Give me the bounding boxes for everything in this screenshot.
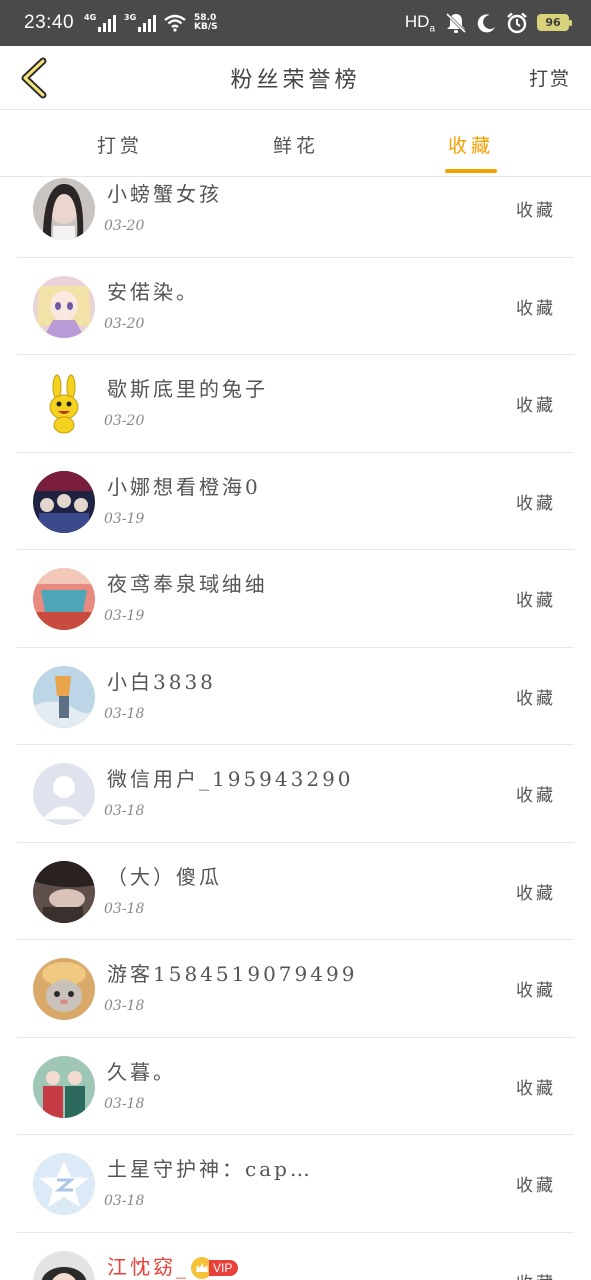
tab-flowers-label: 鲜花 bbox=[272, 134, 319, 157]
action-label: 收藏 bbox=[516, 1269, 556, 1280]
chevron-left-icon bbox=[21, 57, 47, 99]
user-name[interactable]: 歇斯底里的兔子 bbox=[107, 373, 268, 402]
default-user-avatar bbox=[33, 763, 95, 825]
mute-icon bbox=[445, 12, 467, 34]
action-label: 收藏 bbox=[516, 786, 556, 806]
tab-favorites-label: 收藏 bbox=[447, 134, 494, 157]
date: 03-19 bbox=[104, 510, 145, 527]
fans-list[interactable]: 小螃蟹女孩 03-20 收藏 安偌染。 03-20 收藏 歇斯底里的兔子 03-… bbox=[0, 178, 591, 1280]
tab-reward-label: 打赏 bbox=[96, 134, 143, 157]
action-label: 收藏 bbox=[516, 981, 556, 1001]
nav-bar: 粉丝荣誉榜 打赏 bbox=[0, 46, 591, 110]
date: 03-18 bbox=[104, 705, 145, 722]
tab-reward[interactable]: 打赏 bbox=[58, 111, 182, 177]
date: 03-18 bbox=[104, 1095, 145, 1112]
date: 03-20 bbox=[104, 315, 145, 332]
back-button[interactable] bbox=[10, 54, 58, 102]
reward-button[interactable]: 打赏 bbox=[529, 64, 571, 91]
user-name[interactable]: 安偌染。 bbox=[107, 276, 199, 305]
action-label: 收藏 bbox=[516, 396, 556, 416]
signal-3g-label: 3G bbox=[124, 13, 137, 22]
dark-photo-avatar bbox=[33, 860, 95, 923]
status-right-icons: HDa 96 bbox=[404, 11, 572, 35]
network-speed: 58.0 KB/S bbox=[194, 14, 218, 32]
battery-icon: 96 bbox=[537, 14, 572, 32]
user-name[interactable]: 小螃蟹女孩 bbox=[107, 178, 222, 207]
user-name[interactable]: 夜鸢奉泉琙䌷䌷 bbox=[107, 568, 268, 597]
anime-girl-avatar bbox=[33, 275, 95, 338]
list-item[interactable]: 歇斯底里的兔子 03-20 收藏 bbox=[17, 355, 574, 453]
date: 03-18 bbox=[104, 1193, 145, 1209]
user-name[interactable]: 土星守护神：cap… bbox=[107, 1153, 313, 1182]
battery-level: 96 bbox=[545, 16, 561, 30]
user-name[interactable]: 游客1584519079499 bbox=[107, 958, 357, 987]
user-name[interactable]: 微信用户_195943290 bbox=[107, 763, 354, 792]
action-label: 收藏 bbox=[516, 688, 556, 709]
costume-avatar bbox=[33, 1055, 95, 1118]
tab-bar: 打赏 鲜花 收藏 bbox=[0, 111, 591, 177]
page-title: 粉丝荣誉榜 bbox=[230, 67, 361, 93]
status-left-icons: 4G 3G 58.0 KB/S bbox=[84, 13, 218, 32]
action-label: 收藏 bbox=[516, 201, 556, 221]
signal-3g-icon: 3G bbox=[124, 13, 157, 32]
user-name[interactable]: 小白3838 bbox=[107, 666, 216, 695]
hd-indicator: HDa bbox=[404, 11, 435, 35]
user-name[interactable]: 小娜想看橙海0 bbox=[107, 471, 261, 500]
girl-photo-avatar bbox=[33, 178, 95, 240]
list-item[interactable]: 江忱窈_ VIP 收藏 bbox=[17, 1233, 574, 1280]
cartoon-avatar bbox=[33, 568, 95, 630]
list-item[interactable]: 小螃蟹女孩 03-20 收藏 bbox=[17, 178, 574, 258]
tab-active-underline bbox=[445, 169, 497, 173]
cat-avatar bbox=[33, 958, 95, 1020]
user-name-text: 江忱窈_ bbox=[107, 1254, 189, 1279]
action-label: 收藏 bbox=[516, 493, 556, 514]
glasses-avatar bbox=[33, 1250, 95, 1280]
list-item[interactable]: 游客1584519079499 03-18 收藏 bbox=[17, 940, 574, 1038]
list-item[interactable]: 久暮。 03-18 收藏 bbox=[17, 1038, 574, 1135]
list-item[interactable]: 夜鸢奉泉琙䌷䌷 03-19 收藏 bbox=[17, 550, 574, 648]
list-item[interactable]: 安偌染。 03-20 收藏 bbox=[17, 258, 574, 355]
tab-favorites[interactable]: 收藏 bbox=[409, 111, 533, 177]
date: 03-19 bbox=[104, 608, 145, 624]
sky-avatar bbox=[33, 665, 95, 728]
date: 03-18 bbox=[104, 803, 145, 819]
action-label: 收藏 bbox=[516, 1176, 556, 1196]
status-time: 23:40 bbox=[24, 12, 75, 33]
qq-default-avatar bbox=[33, 1153, 95, 1215]
date: 03-20 bbox=[104, 413, 145, 429]
concert-avatar bbox=[33, 470, 95, 533]
action-label: 收藏 bbox=[516, 298, 556, 319]
alarm-icon bbox=[507, 12, 527, 34]
list-item[interactable]: 土星守护神：cap… 03-18 收藏 bbox=[17, 1135, 574, 1233]
speed-unit: KB/S bbox=[194, 22, 218, 32]
action-label: 收藏 bbox=[516, 1078, 556, 1099]
status-bar: 23:40 4G 3G 58.0 KB/S HDa 96 bbox=[0, 0, 591, 46]
date: 03-20 bbox=[104, 218, 145, 234]
signal-4g-label: 4G bbox=[84, 13, 97, 22]
date: 03-18 bbox=[104, 998, 145, 1014]
user-name[interactable]: 久暮。 bbox=[107, 1056, 176, 1085]
list-item[interactable]: 小白3838 03-18 收藏 bbox=[17, 648, 574, 745]
action-label: 收藏 bbox=[516, 883, 556, 904]
moon-icon bbox=[477, 14, 495, 33]
wifi-icon bbox=[164, 14, 186, 32]
vip-label: VIP bbox=[209, 1260, 239, 1276]
user-name-vip[interactable]: 江忱窈_ VIP bbox=[107, 1251, 239, 1280]
vip-badge: VIP bbox=[191, 1257, 239, 1279]
list-item[interactable]: （大）傻瓜 03-18 收藏 bbox=[17, 843, 574, 940]
list-item[interactable]: 小娜想看橙海0 03-19 收藏 bbox=[17, 453, 574, 550]
tab-flowers[interactable]: 鲜花 bbox=[234, 111, 358, 177]
user-name[interactable]: （大）傻瓜 bbox=[107, 861, 222, 890]
hd-label: HD bbox=[404, 11, 430, 31]
action-label: 收藏 bbox=[516, 591, 556, 611]
signal-4g-icon: 4G bbox=[84, 13, 117, 32]
list-item[interactable]: 微信用户_195943290 03-18 收藏 bbox=[17, 745, 574, 843]
yellow-rabbit-avatar bbox=[33, 373, 95, 435]
date: 03-18 bbox=[104, 900, 145, 917]
